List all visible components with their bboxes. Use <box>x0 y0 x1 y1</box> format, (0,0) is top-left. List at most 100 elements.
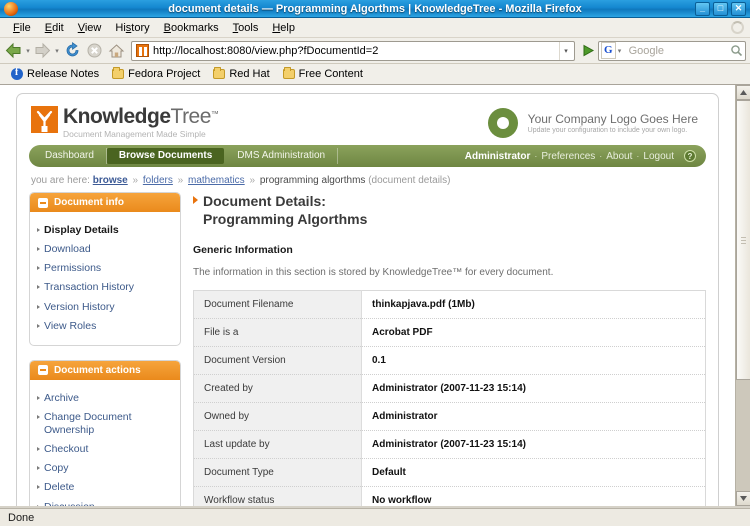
close-button[interactable]: ✕ <box>731 1 746 16</box>
knowledgetree-logo[interactable]: KnowledgeTree™ Document Management Made … <box>31 106 219 139</box>
row-key: Owned by <box>193 402 362 431</box>
sidebar-item-checkout[interactable]: Checkout <box>36 440 172 459</box>
tab-dashboard[interactable]: Dashboard <box>33 148 107 164</box>
row-key: File is a <box>193 318 362 347</box>
menu-file[interactable]: File <box>6 20 38 36</box>
table-row: Last update by Administrator (2007-11-23… <box>193 430 706 459</box>
search-input[interactable]: Google <box>624 45 730 57</box>
bookmark-label: Red Hat <box>229 68 270 80</box>
menu-tools[interactable]: Tools <box>226 20 266 36</box>
sidebar-item-transaction-history[interactable]: Transaction History <box>36 278 172 297</box>
table-row: Workflow status No workflow <box>193 486 706 506</box>
menu-view[interactable]: View <box>71 20 109 36</box>
back-dropdown-icon[interactable]: ▾ <box>24 47 32 55</box>
portlet-body: Display Details Download Permissions Tra… <box>30 212 180 345</box>
row-key: Last update by <box>193 430 362 459</box>
breadcrumb-link-browse[interactable]: browse <box>93 175 128 186</box>
row-key: Created by <box>193 374 362 403</box>
google-logo-icon[interactable]: G <box>601 42 616 59</box>
app-navbar: Dashboard Browse Documents DMS Administr… <box>29 145 706 167</box>
sidebar-item-display-details[interactable]: Display Details <box>36 221 172 240</box>
portlet-header[interactable]: Document info <box>30 193 180 212</box>
folder-icon <box>213 67 226 79</box>
table-row: Document Filename thinkapjava.pdf (1Mb) <box>193 290 706 319</box>
folder-icon <box>112 67 125 79</box>
row-key: Document Filename <box>193 290 362 319</box>
page-title-line2: Programming Algorthms <box>203 211 368 228</box>
breadcrumb: you are here: browse » folders » mathema… <box>17 167 718 192</box>
sidebar-item-copy[interactable]: Copy <box>36 459 172 478</box>
minus-icon[interactable] <box>38 365 48 376</box>
search-icon[interactable] <box>730 44 743 57</box>
breadcrumb-current: programming algorthms <box>259 175 366 186</box>
link-about[interactable]: About <box>606 151 632 162</box>
sidebar-item-change-document-ownership[interactable]: Change Document Ownership <box>36 408 172 440</box>
portlet-body: Archive Change Document Ownership Checko… <box>30 380 180 506</box>
navigation-toolbar: ▾ ▾ http://localhost:8080/view.php?fDocu… <box>0 38 750 64</box>
menu-help[interactable]: Help <box>265 20 302 36</box>
menu-history[interactable]: History <box>108 20 156 36</box>
window-titlebar[interactable]: document details — Programming Algorthms… <box>0 0 750 18</box>
user-menu: Administrator · Preferences · About · Lo… <box>465 150 702 162</box>
reload-button[interactable] <box>62 41 83 61</box>
sidebar-item-view-roles[interactable]: View Roles <box>36 317 172 336</box>
knowledgetree-app: KnowledgeTree™ Document Management Made … <box>16 93 719 506</box>
link-preferences[interactable]: Preferences <box>541 151 595 162</box>
url-dropdown-icon[interactable]: ▾ <box>559 41 572 60</box>
breadcrumb-link-mathematics[interactable]: mathematics <box>188 175 245 186</box>
tab-browse-documents[interactable]: Browse Documents <box>106 148 225 164</box>
search-bar[interactable]: G ▾ Google <box>598 40 746 61</box>
help-icon[interactable]: ? <box>684 150 696 162</box>
row-value: Administrator <box>361 402 706 431</box>
bookmark-red-hat[interactable]: Red Hat <box>208 67 274 81</box>
scroll-up-button[interactable] <box>736 85 750 100</box>
row-value: Administrator (2007-11-23 15:14) <box>361 430 706 459</box>
row-value: Acrobat PDF <box>361 318 706 347</box>
scrollbar-thumb[interactable] <box>736 100 750 380</box>
company-ring-icon <box>487 107 518 138</box>
maximize-button[interactable]: □ <box>713 1 728 16</box>
firefox-bookmark-icon <box>11 67 23 80</box>
vertical-scrollbar[interactable] <box>735 85 750 506</box>
bookmark-fedora-project[interactable]: Fedora Project <box>107 67 205 81</box>
sidebar-item-discussion[interactable]: Discussion <box>36 498 172 506</box>
scroll-down-button[interactable] <box>736 491 750 506</box>
row-value: No workflow <box>361 486 706 506</box>
link-logout[interactable]: Logout <box>643 151 674 162</box>
generic-information-table: Document Filename thinkapjava.pdf (1Mb) … <box>193 290 706 506</box>
breadcrumb-link-folders[interactable]: folders <box>143 175 173 186</box>
portlet-document-actions: Document actions Archive Change Document… <box>29 359 181 506</box>
bookmark-free-content[interactable]: Free Content <box>278 67 368 81</box>
search-engine-dropdown-icon[interactable]: ▾ <box>616 47 624 55</box>
section-title: Generic Information <box>193 244 293 257</box>
home-button[interactable] <box>106 41 127 61</box>
minimize-button[interactable]: _ <box>695 1 710 16</box>
app-body: Document info Display Details Download P… <box>17 192 718 506</box>
row-value: 0.1 <box>361 346 706 375</box>
row-value: thinkapjava.pdf (1Mb) <box>361 290 706 319</box>
main-panel: Document Details: Programming Algorthms … <box>193 192 706 506</box>
tab-dms-administration[interactable]: DMS Administration <box>225 148 339 164</box>
knowledgetree-mark-icon <box>31 106 58 133</box>
sidebar-item-permissions[interactable]: Permissions <box>36 259 172 278</box>
bookmarks-toolbar: Release Notes Fedora Project Red Hat Fre… <box>0 64 750 85</box>
sidebar-item-archive[interactable]: Archive <box>36 389 172 408</box>
minus-icon[interactable] <box>38 197 48 208</box>
sidebar-item-version-history[interactable]: Version History <box>36 298 172 317</box>
menu-bookmarks[interactable]: Bookmarks <box>157 20 226 36</box>
sidebar-item-download[interactable]: Download <box>36 240 172 259</box>
url-text[interactable]: http://localhost:8080/view.php?fDocument… <box>153 45 559 57</box>
row-key: Document Version <box>193 346 362 375</box>
back-button[interactable] <box>4 41 23 60</box>
go-button[interactable] <box>579 41 597 61</box>
portlet-header[interactable]: Document actions <box>30 360 180 380</box>
company-logo-placeholder: Your Company Logo Goes Here Update your … <box>487 107 704 138</box>
row-key: Workflow status <box>193 486 362 506</box>
portlet-title: Document actions <box>54 364 141 376</box>
menu-edit[interactable]: Edit <box>38 20 71 36</box>
sidebar-item-delete[interactable]: Delete <box>36 478 172 497</box>
forward-button <box>33 41 52 60</box>
bookmark-label: Free Content <box>298 68 363 80</box>
bookmark-release-notes[interactable]: Release Notes <box>6 67 104 81</box>
url-bar[interactable]: http://localhost:8080/view.php?fDocument… <box>131 40 575 61</box>
